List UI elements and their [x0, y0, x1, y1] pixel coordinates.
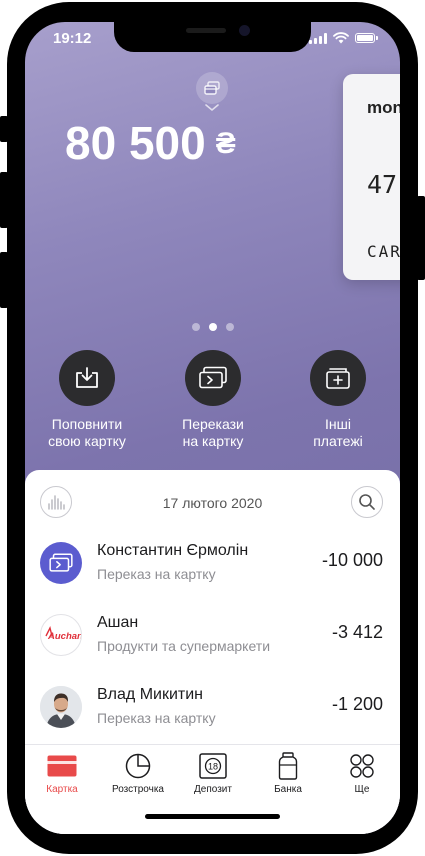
- search-button[interactable]: [351, 486, 383, 518]
- battery-tip: [376, 36, 378, 40]
- tab-installments[interactable]: Розстрочка: [103, 751, 173, 795]
- currency-symbol: ₴: [215, 127, 236, 160]
- cards-stack-icon: [204, 81, 220, 95]
- notch: [114, 22, 311, 52]
- tab-jar[interactable]: Банка: [253, 751, 323, 795]
- pie-chart-icon: [103, 751, 173, 781]
- transaction-amount: -1 200: [331, 694, 383, 714]
- bank-card[interactable]: mon 47 CAR: [343, 74, 400, 280]
- transfer-button[interactable]: [185, 350, 241, 406]
- transaction-row[interactable]: Константин Єрмолін Переказ на картку -10…: [25, 536, 400, 592]
- tab-more[interactable]: Ще: [327, 751, 397, 795]
- tab-bar: Картка Розстрочка 18 Депозит Банка Ще: [25, 744, 400, 834]
- wifi-icon: [333, 32, 349, 44]
- signal-icon: [309, 32, 327, 44]
- carousel-dots: [192, 323, 234, 331]
- tab-deposit[interactable]: 18 Депозит: [178, 751, 248, 795]
- card-icon: [27, 751, 97, 781]
- transaction-title: Ашан: [97, 614, 139, 631]
- user-photo: [40, 686, 82, 728]
- deposit-badge: 18: [208, 762, 218, 772]
- other-payments-action[interactable]: Інші платежі: [278, 350, 398, 450]
- transfer-avatar: [40, 542, 82, 584]
- card-transfer-icon: [199, 366, 227, 389]
- transfer-action[interactable]: Перекази на картку: [153, 350, 273, 450]
- tab-label: Розстрочка: [111, 784, 164, 795]
- more-grid-icon: [327, 751, 397, 781]
- feed-date: 17 лютого 2020: [162, 495, 263, 511]
- auchan-logo-mark: Auchan: [45, 625, 81, 642]
- status-icons: [309, 32, 378, 44]
- card-number: 47: [367, 170, 398, 199]
- svg-text:Auchan: Auchan: [47, 631, 81, 642]
- transaction-category: Переказ на картку: [97, 566, 216, 582]
- folder-plus-icon: [326, 368, 350, 389]
- balance-amount: 80 500 ₴: [65, 116, 236, 170]
- card-brand: mon: [367, 98, 400, 117]
- home-indicator[interactable]: [145, 814, 280, 819]
- transaction-title: Влад Микитин: [97, 686, 203, 703]
- transaction-category: Продукти та супермаркети: [97, 638, 271, 654]
- transaction-amount: -3 412: [331, 622, 383, 642]
- top-up-action[interactable]: Поповнити свою картку: [27, 350, 147, 450]
- tab-label: Депозит: [194, 784, 232, 795]
- transfer-label: Перекази на картку: [182, 416, 244, 449]
- carousel-dot[interactable]: [226, 323, 234, 331]
- carousel-dot-active[interactable]: [209, 323, 217, 331]
- balance-value: 80 500: [65, 117, 206, 169]
- tab-label: Банка: [274, 784, 302, 795]
- other-payments-button[interactable]: [310, 350, 366, 406]
- front-camera: [239, 25, 250, 36]
- speaker: [186, 28, 226, 33]
- carousel-dot[interactable]: [192, 323, 200, 331]
- transaction-title: Константин Єрмолін: [97, 542, 249, 559]
- search-icon: [359, 494, 375, 510]
- person-avatar-icon: [40, 686, 82, 728]
- battery-icon: [355, 33, 375, 43]
- chevron-down-icon[interactable]: [205, 104, 219, 112]
- transaction-category: Переказ на картку: [97, 710, 216, 726]
- other-payments-label: Інші платежі: [313, 416, 363, 449]
- auchan-logo: Auchan: [40, 614, 82, 656]
- transaction-row[interactable]: Влад Микитин Переказ на картку -1 200: [25, 680, 400, 736]
- feed-header: 17 лютого 2020: [25, 486, 400, 520]
- tab-label: Картка: [46, 784, 78, 795]
- tab-label: Ще: [354, 784, 370, 795]
- card-transfer-icon: [49, 553, 73, 572]
- card-holder: CAR: [367, 242, 400, 261]
- tab-card[interactable]: Картка: [27, 751, 97, 795]
- cards-switch-button[interactable]: [196, 72, 228, 104]
- transaction-amount: -10 000: [321, 550, 383, 570]
- top-up-button[interactable]: [59, 350, 115, 406]
- transaction-row[interactable]: Auchan Ашан Продукти та супермаркети -3 …: [25, 608, 400, 664]
- download-icon: [76, 367, 98, 388]
- power-button: [417, 196, 425, 280]
- jar-icon: [253, 751, 323, 781]
- top-up-label: Поповнити свою картку: [48, 416, 126, 449]
- app-screen: 19:12 80 500 ₴ mon 47 CAR Поповнити свою…: [25, 22, 400, 834]
- status-time: 19:12: [53, 30, 92, 47]
- deposit-icon: 18: [178, 751, 248, 781]
